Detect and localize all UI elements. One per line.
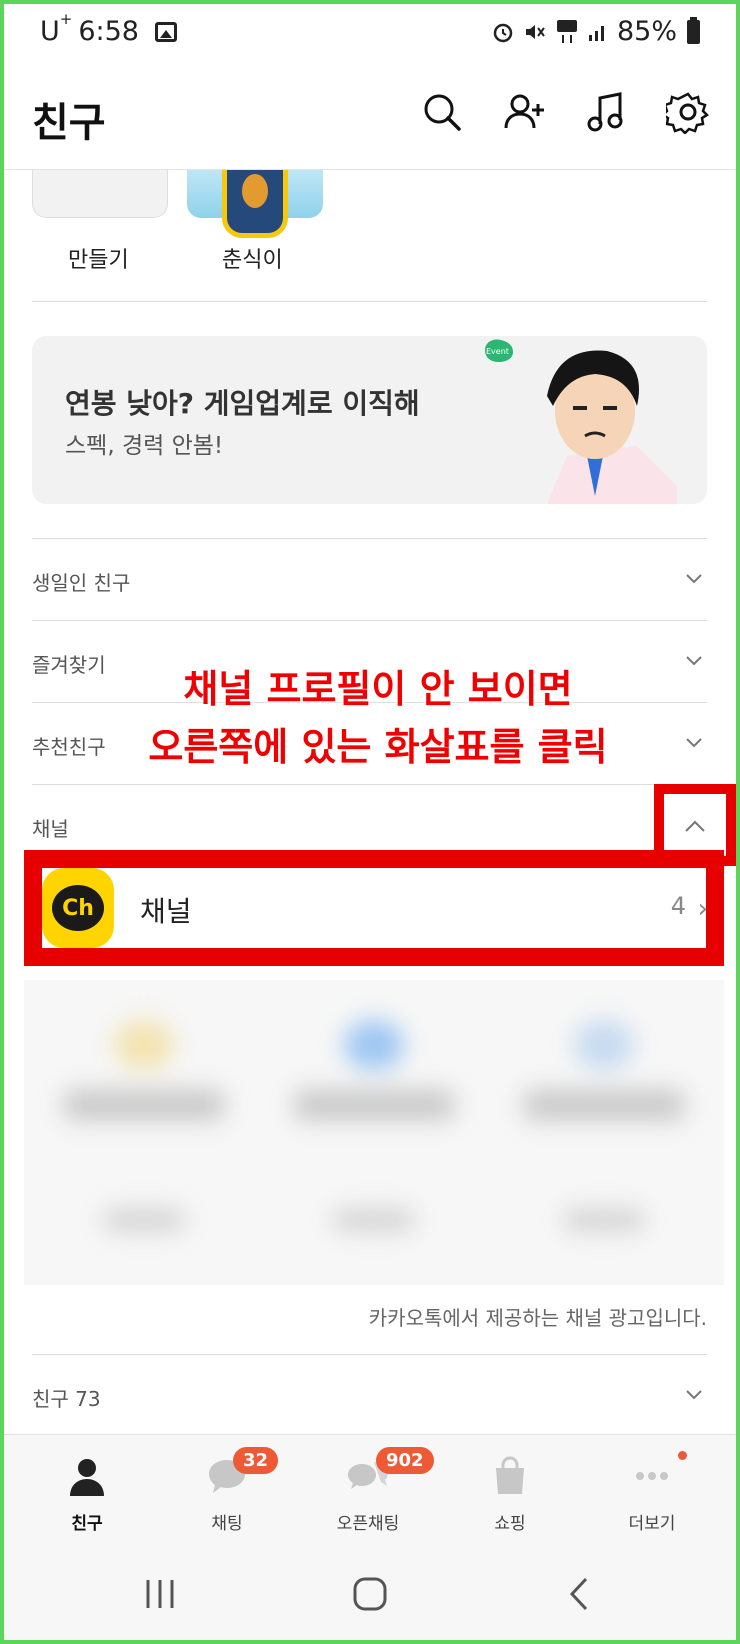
character-avatar[interactable] (222, 170, 288, 238)
back-icon[interactable] (560, 1574, 600, 1614)
chevron-up-icon[interactable] (684, 816, 706, 838)
section-friends[interactable]: 친구 73 (32, 1354, 707, 1434)
more-icon (636, 1472, 668, 1480)
tab-chat[interactable]: 32 채팅 (167, 1447, 287, 1534)
tab-friends-label: 친구 (71, 1514, 103, 1534)
blurred-ad-card[interactable] (274, 980, 474, 1280)
blurred-ad-card[interactable] (44, 980, 244, 1280)
battery-level: 85% (616, 16, 677, 47)
more-notification-dot (678, 1451, 687, 1460)
tab-open-chat[interactable]: 902 오픈채팅 (308, 1447, 434, 1534)
system-nav-bar (0, 1544, 740, 1644)
highlight-box-channel (24, 850, 724, 966)
status-bar: U+ 6:58 85% (0, 0, 740, 70)
annotation-line-1: 채널 프로필이 안 보이면 (183, 667, 573, 711)
network-5g-icon (556, 19, 577, 43)
section-friends-label: 친구 73 (32, 1387, 101, 1411)
carrier: U+ (40, 10, 73, 47)
ad-banner[interactable]: 연봉 낮아? 게임업계로 이직해 스펙, 경력 안봄! Event (32, 336, 707, 504)
page-title: 친구 (32, 100, 106, 146)
section-birthday[interactable]: 생일인 친구 (32, 538, 707, 620)
create-profile-button[interactable] (32, 170, 168, 218)
section-channel-label: 채널 (32, 817, 69, 841)
home-icon[interactable] (350, 1574, 390, 1614)
banner-subtitle: 스펙, 경력 안봄! (65, 433, 224, 459)
bottom-tab-bar: 친구 32 채팅 902 오픈채팅 쇼핑 더보기 (0, 1434, 740, 1544)
chevron-down-icon[interactable] (685, 1385, 703, 1403)
clock: 6:58 (78, 16, 139, 47)
tab-more-label: 더보기 (628, 1514, 676, 1534)
banner-illustration: Event (485, 339, 677, 504)
tab-friends[interactable]: 친구 (27, 1453, 147, 1534)
settings-gear-icon[interactable] (666, 90, 710, 134)
blurred-ad-card[interactable] (504, 980, 704, 1280)
chevron-down-icon[interactable] (685, 569, 703, 587)
add-friend-icon[interactable] (502, 90, 546, 134)
signal-icon (588, 25, 604, 41)
tab-chat-label: 채팅 (211, 1514, 243, 1534)
create-profile-label: 만들기 (68, 248, 129, 273)
channel-ads-blurred (24, 980, 724, 1285)
instruction-annotation: 채널 프로필이 안 보이면 오른쪽에 있는 화살표를 클릭 (108, 660, 648, 776)
image-notification-icon (154, 21, 177, 42)
tab-shopping[interactable]: 쇼핑 (450, 1453, 570, 1534)
section-recommended-label: 추천친구 (32, 735, 106, 759)
section-birthday-label: 생일인 친구 (32, 571, 131, 595)
open-chat-badge: 902 (376, 1447, 434, 1474)
recent-apps-icon[interactable] (140, 1574, 180, 1614)
search-icon[interactable] (420, 90, 464, 134)
tab-more[interactable]: 더보기 (592, 1451, 712, 1534)
chat-badge: 32 (233, 1447, 279, 1474)
profile-row: 만들기 춘식이 (32, 170, 707, 302)
mute-icon (525, 24, 545, 39)
tab-shopping-label: 쇼핑 (494, 1514, 526, 1534)
character-label: 춘식이 (222, 248, 283, 273)
alarm-icon (493, 23, 513, 42)
person-icon (70, 1459, 104, 1496)
shopping-bag-icon (496, 1456, 524, 1494)
music-icon[interactable] (584, 90, 628, 134)
battery-icon (687, 16, 700, 44)
chevron-down-icon[interactable] (685, 651, 703, 669)
chevron-down-icon[interactable] (685, 733, 703, 751)
event-tag: Event (486, 347, 509, 356)
banner-title: 연봉 낮아? 게임업계로 이직해 (65, 387, 420, 420)
top-header: 친구 (0, 70, 740, 170)
ad-disclaimer: 카카오톡에서 제공하는 채널 광고입니다. (368, 1306, 707, 1330)
section-favorites-label: 즐겨찾기 (32, 653, 106, 677)
tab-open-chat-label: 오픈채팅 (336, 1514, 400, 1534)
annotation-line-2: 오른쪽에 있는 화살표를 클릭 (148, 725, 608, 769)
